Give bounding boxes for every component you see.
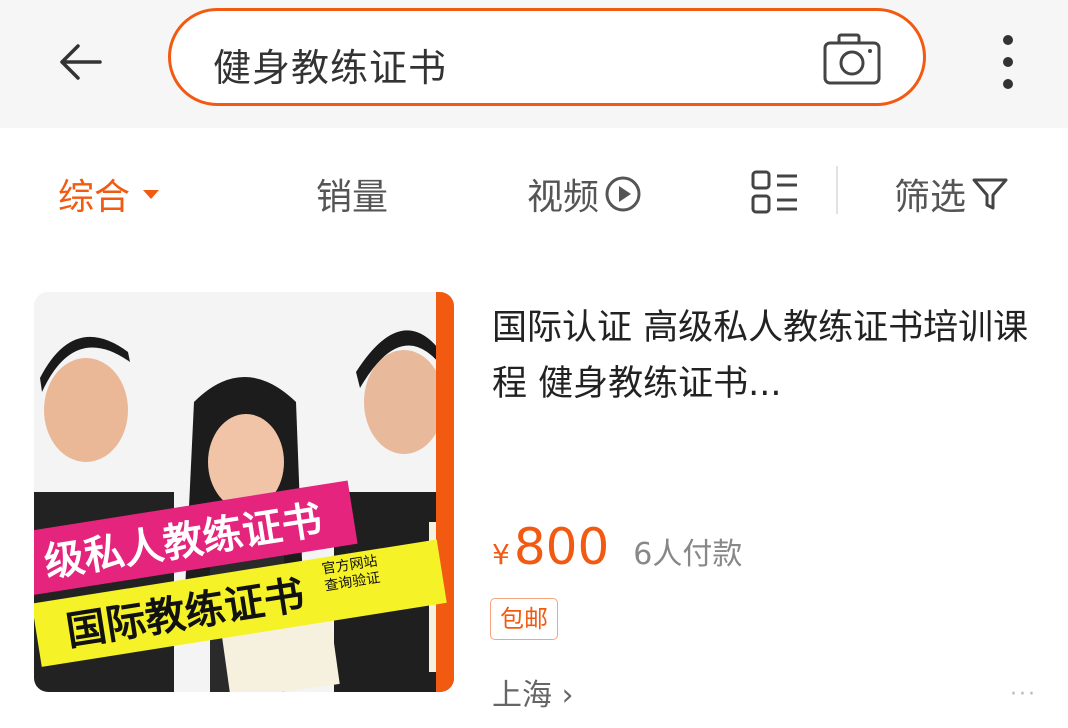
tab-video[interactable]: 视频 — [527, 168, 643, 220]
camera-search-button[interactable] — [821, 29, 883, 87]
tab-comprehensive-label: 综合 — [58, 177, 131, 218]
tab-filter-label: 筛选 — [894, 177, 967, 218]
more-vertical-icon — [1003, 35, 1013, 89]
tab-video-label: 视频 — [527, 177, 600, 218]
layout-toggle-button[interactable] — [750, 168, 800, 218]
filter-funnel-icon — [972, 178, 1008, 210]
tab-divider — [836, 166, 838, 214]
tab-sales[interactable]: 销量 — [316, 168, 388, 220]
paid-count: 6人付款 — [633, 537, 743, 572]
more-options-button[interactable] — [990, 30, 1026, 94]
shop-location-link[interactable]: 上海 › — [492, 670, 574, 714]
back-button[interactable] — [48, 30, 112, 94]
free-shipping-badge: 包邮 — [490, 598, 558, 640]
product-title[interactable]: 国际认证 高级私人教练证书培训课程 健身教练证书... — [492, 300, 1032, 412]
product-card[interactable]: 级私人教练证书 国际教练证书 官方网站查询验证 国际认证 高级私人教练证书培训课… — [0, 258, 1068, 728]
arrow-left-icon — [60, 44, 102, 80]
top-bar: 健身教练证书 — [0, 0, 1068, 128]
product-photo-illustration: 级私人教练证书 国际教练证书 官方网站查询验证 — [34, 292, 454, 692]
list-layout-icon — [751, 170, 797, 214]
card-more-button[interactable]: ··· — [1010, 682, 1037, 707]
price-value: 800 — [513, 518, 610, 576]
sort-tabs: 综合 销量 视频 筛选 — [0, 128, 1068, 258]
camera-icon — [823, 33, 881, 85]
search-input[interactable]: 健身教练证书 — [168, 8, 926, 106]
product-image[interactable]: 级私人教练证书 国际教练证书 官方网站查询验证 — [34, 292, 454, 692]
search-query-text: 健身教练证书 — [213, 46, 448, 90]
tab-filter[interactable]: 筛选 — [894, 168, 1010, 220]
caret-down-icon — [143, 190, 160, 199]
tab-sales-label: 销量 — [316, 177, 389, 218]
tab-comprehensive[interactable]: 综合 — [58, 168, 166, 220]
price-row: ¥ 800 6人付款 — [492, 518, 742, 576]
play-circle-icon — [605, 176, 641, 212]
price-currency: ¥ — [492, 538, 510, 571]
